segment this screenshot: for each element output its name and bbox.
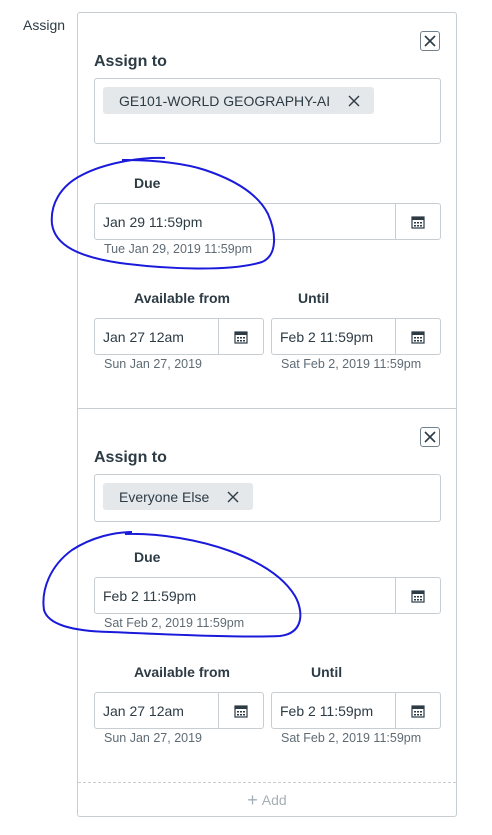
assign-label: Assign — [23, 17, 66, 33]
calendar-icon — [411, 330, 425, 344]
available-from-calendar-button[interactable] — [218, 693, 263, 728]
add-button[interactable]: + Add — [78, 782, 456, 817]
calendar-icon — [411, 704, 425, 718]
close-icon — [424, 35, 436, 47]
assignee-token-label: Everyone Else — [119, 488, 210, 505]
remove-token-icon[interactable] — [348, 95, 360, 107]
due-date-full: Sat Feb 2, 2019 11:59pm — [104, 616, 245, 630]
close-icon — [424, 431, 436, 443]
until-value: Feb 2 11:59pm — [280, 329, 374, 345]
due-calendar-button[interactable] — [395, 578, 440, 613]
due-date-value: Feb 2 11:59pm — [103, 588, 197, 604]
assignee-token: Everyone Else — [103, 483, 254, 510]
available-from-input[interactable]: Jan 27 12am — [94, 692, 264, 729]
until-label: Until — [298, 290, 330, 306]
until-value: Feb 2 11:59pm — [280, 703, 374, 719]
assignment-card-2: Assign to Everyone Else Due Feb 2 11:59p… — [78, 409, 456, 782]
due-date-input[interactable]: Jan 29 11:59pm — [94, 203, 441, 240]
until-full: Sat Feb 2, 2019 11:59pm — [281, 731, 422, 745]
assign-to-input[interactable]: GE101-WORLD GEOGRAPHY-AI — [94, 78, 441, 144]
assign-to-input[interactable]: Everyone Else — [94, 474, 441, 522]
until-calendar-button[interactable] — [395, 319, 440, 354]
available-from-label: Available from — [134, 290, 230, 306]
plus-icon: + — [247, 789, 258, 810]
due-calendar-button[interactable] — [395, 204, 440, 239]
calendar-icon — [234, 704, 248, 718]
calendar-icon — [411, 589, 425, 603]
available-from-input[interactable]: Jan 27 12am — [94, 318, 264, 355]
due-date-full: Tue Jan 29, 2019 11:59pm — [104, 242, 253, 256]
due-date-value: Jan 29 11:59pm — [103, 214, 203, 230]
available-from-value: Jan 27 12am — [103, 703, 184, 719]
due-date-input[interactable]: Feb 2 11:59pm — [94, 577, 441, 614]
calendar-icon — [411, 215, 425, 229]
remove-token-icon[interactable] — [227, 491, 239, 503]
until-input[interactable]: Feb 2 11:59pm — [271, 318, 441, 355]
due-label: Due — [134, 549, 161, 565]
assign-to-label: Assign to — [94, 53, 167, 70]
assign-to-label: Assign to — [94, 449, 167, 466]
close-button[interactable] — [420, 31, 440, 51]
until-label: Until — [311, 664, 343, 680]
assignee-token: GE101-WORLD GEOGRAPHY-AI — [103, 87, 375, 114]
until-calendar-button[interactable] — [395, 693, 440, 728]
assignee-token-label: GE101-WORLD GEOGRAPHY-AI — [119, 92, 331, 109]
close-button[interactable] — [420, 427, 440, 447]
available-from-calendar-button[interactable] — [218, 319, 263, 354]
calendar-icon — [234, 330, 248, 344]
available-from-full: Sun Jan 27, 2019 — [104, 731, 202, 745]
until-input[interactable]: Feb 2 11:59pm — [271, 692, 441, 729]
available-from-label: Available from — [134, 664, 230, 680]
due-label: Due — [134, 175, 161, 191]
available-from-value: Jan 27 12am — [103, 329, 184, 345]
available-from-full: Sun Jan 27, 2019 — [104, 357, 202, 371]
assign-panel: Assign to GE101-WORLD GEOGRAPHY-AI Due J… — [77, 12, 457, 817]
until-full: Sat Feb 2, 2019 11:59pm — [281, 357, 422, 371]
assignment-card-1: Assign to GE101-WORLD GEOGRAPHY-AI Due J… — [78, 13, 456, 409]
add-label: Add — [261, 792, 287, 808]
